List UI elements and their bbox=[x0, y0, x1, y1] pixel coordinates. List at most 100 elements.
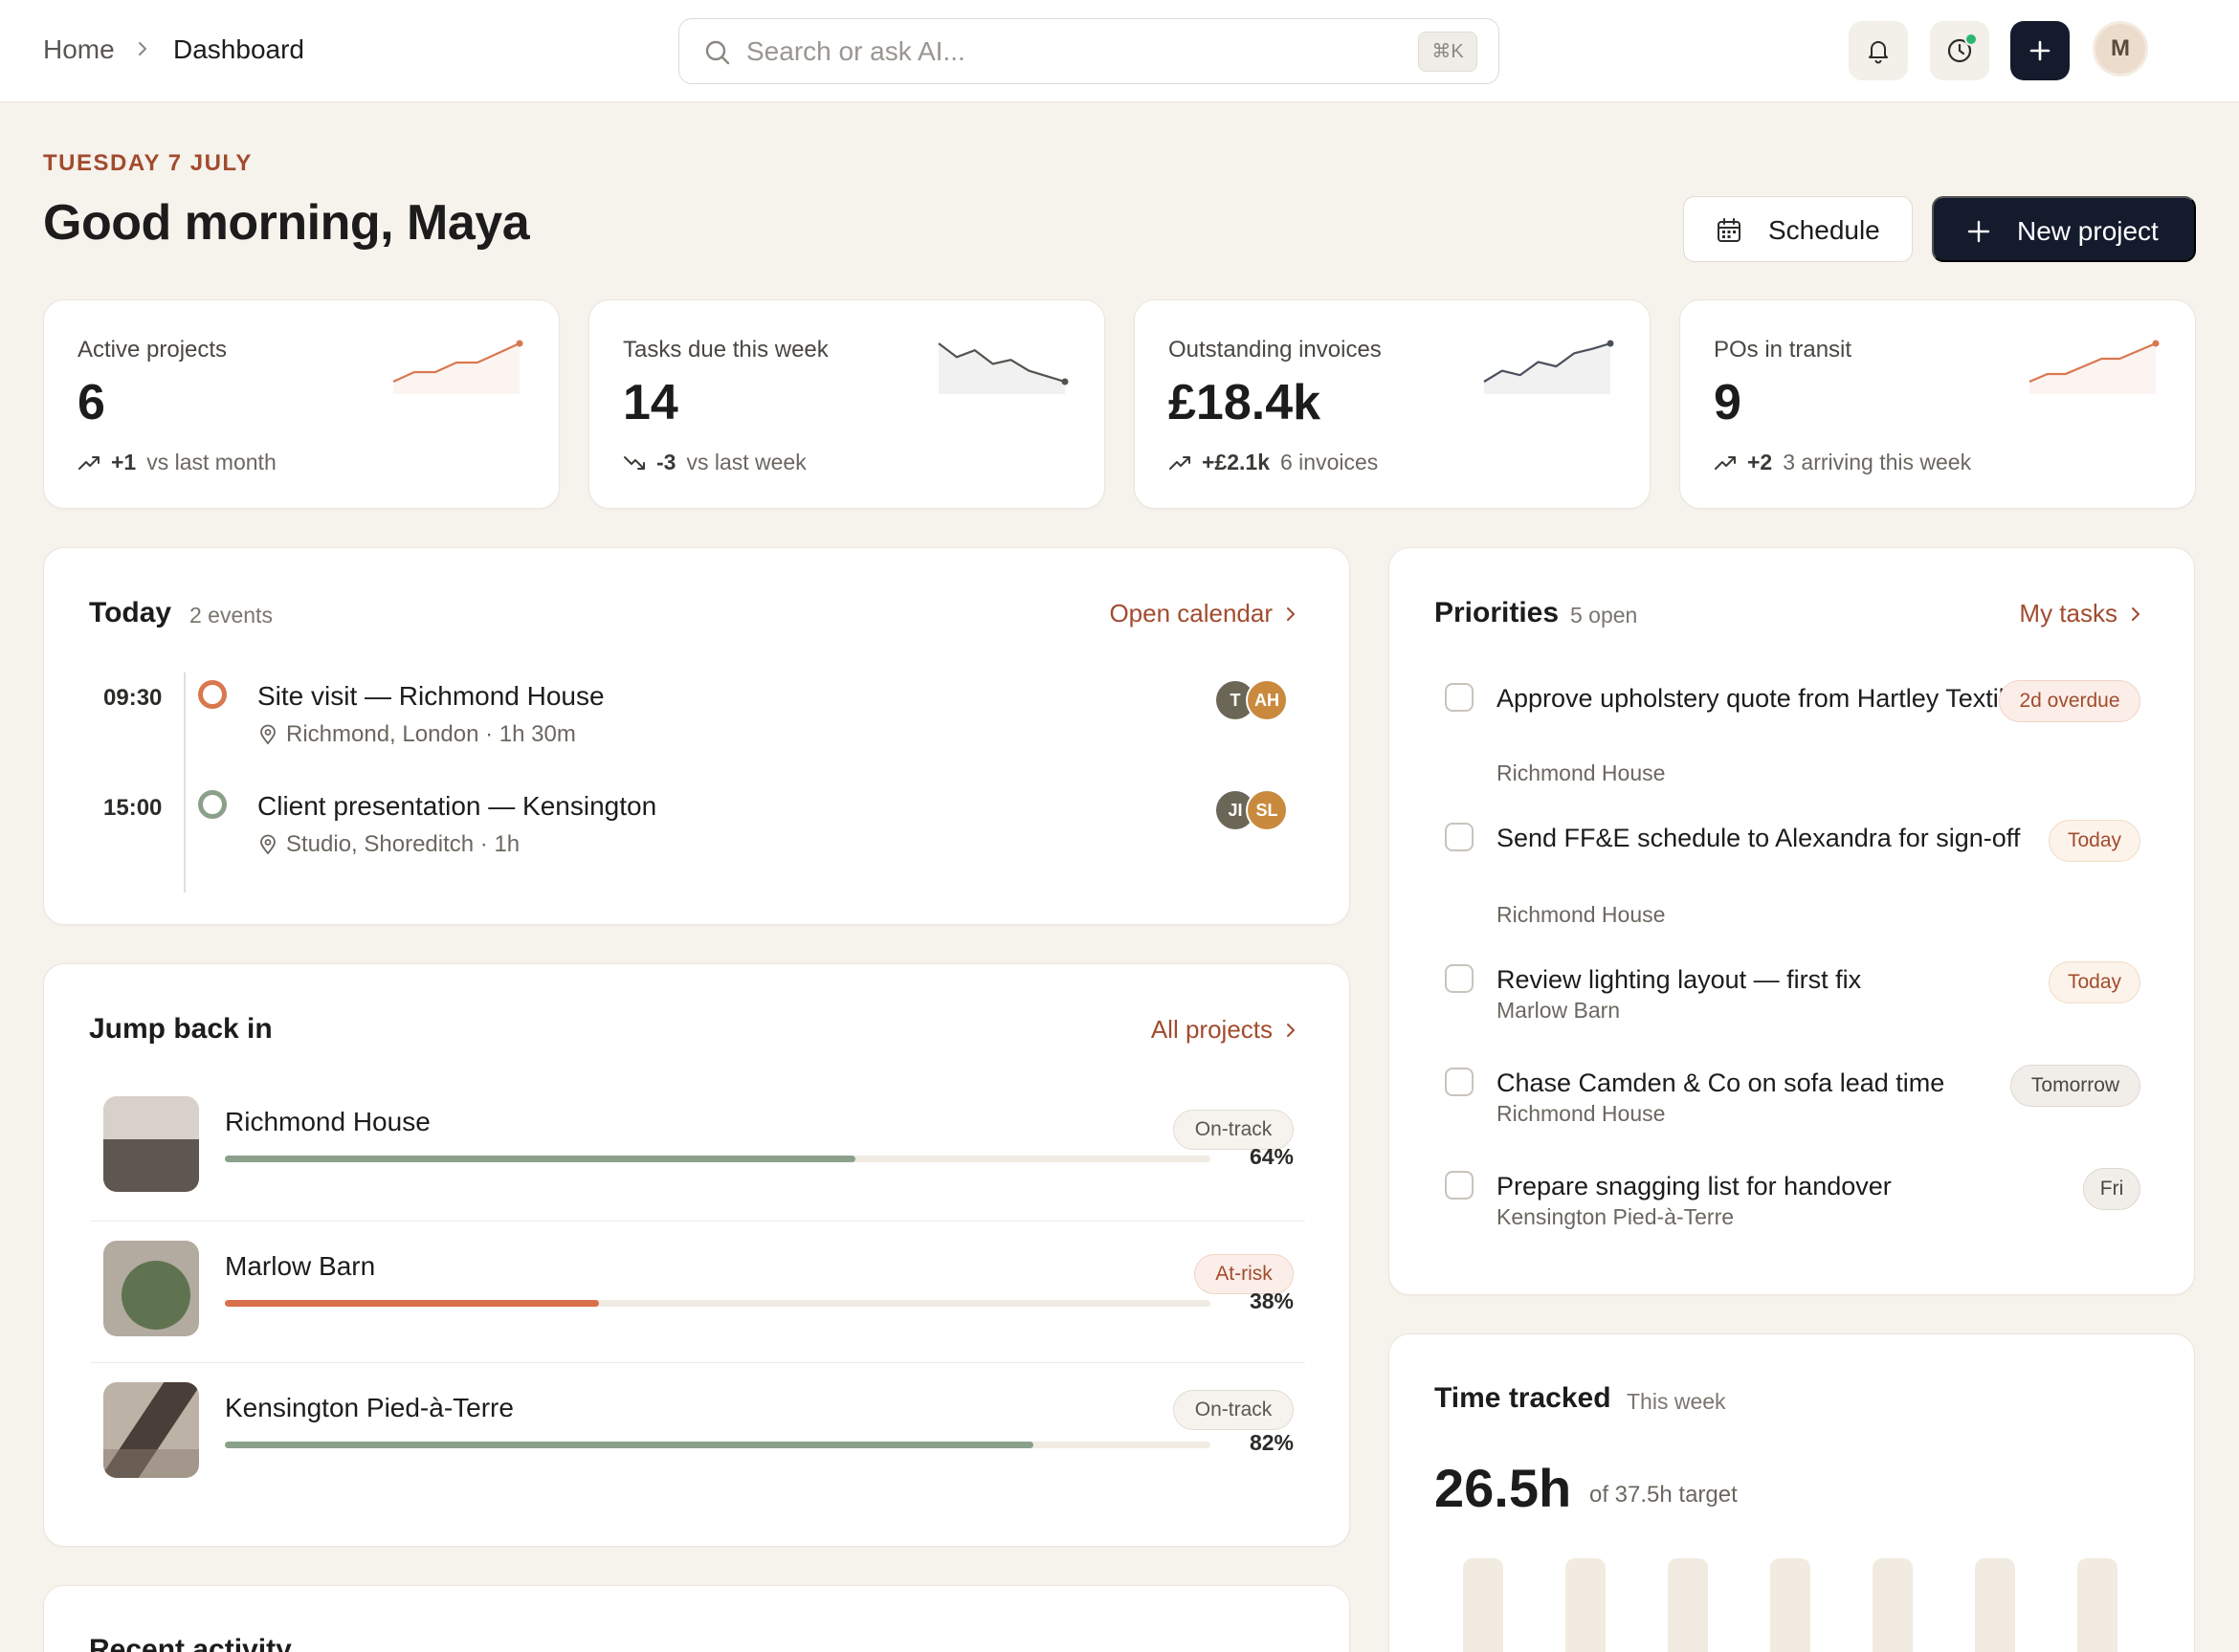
project-row[interactable]: Marlow Barn At-risk 38% bbox=[90, 1221, 1305, 1362]
stat-delta-text: vs last week bbox=[686, 450, 807, 474]
due-badge: Today bbox=[2049, 820, 2140, 862]
search-shortcut: ⌘K bbox=[1418, 32, 1477, 72]
plus-icon bbox=[2029, 40, 2051, 61]
stat-delta: +1 vs last month bbox=[78, 450, 277, 475]
search-box[interactable]: ⌘K bbox=[678, 18, 1499, 84]
task-title[interactable]: Review lighting layout — first fix bbox=[1496, 961, 2032, 998]
trend-up-icon bbox=[1169, 455, 1190, 470]
location-pin-icon bbox=[260, 834, 276, 855]
breadcrumb-home[interactable]: Home bbox=[43, 34, 115, 65]
day-bar bbox=[1668, 1558, 1708, 1652]
quick-add-button[interactable] bbox=[2010, 21, 2070, 80]
task-project: Richmond House bbox=[1496, 902, 1666, 927]
recent-activity-title: Recent activity bbox=[89, 1634, 292, 1652]
attendee-avatar[interactable]: AH bbox=[1246, 679, 1288, 721]
stat-delta: +2 3 arriving this week bbox=[1714, 450, 1971, 475]
priorities-title: Priorities bbox=[1434, 597, 1560, 628]
stat-value: 6 bbox=[78, 375, 105, 430]
time-tracked-title: Time tracked bbox=[1434, 1382, 1611, 1414]
time-tracked-card: Time tracked This week 26.5h of 37.5h ta… bbox=[1388, 1333, 2195, 1652]
stat-delta-text: vs last month bbox=[146, 450, 277, 474]
due-badge: Tomorrow bbox=[2010, 1065, 2140, 1107]
task-checkbox[interactable] bbox=[1445, 823, 1474, 851]
event-meta: Studio, Shoreditch · 1h bbox=[257, 831, 520, 858]
progress-percent: 64% bbox=[1249, 1144, 1294, 1169]
stat-label: POs in transit bbox=[1714, 337, 1852, 363]
today-title: Today bbox=[89, 597, 172, 628]
day-bar bbox=[1463, 1558, 1503, 1652]
chevron-right-icon bbox=[2132, 606, 2139, 621]
stat-delta-text: 6 invoices bbox=[1280, 450, 1379, 474]
task-title[interactable]: Send FF&E schedule to Alexandra for sign… bbox=[1496, 820, 2032, 856]
trend-down-icon bbox=[624, 455, 645, 470]
day-bar bbox=[1873, 1558, 1913, 1652]
task-project: Richmond House bbox=[1496, 1101, 1666, 1126]
stat-card-outstanding-invoices[interactable]: Outstanding invoices £18.4k +£2.1k 6 inv… bbox=[1134, 299, 1651, 509]
stat-card-active-projects[interactable]: Active projects 6 +1 vs last month bbox=[43, 299, 560, 509]
search-input[interactable] bbox=[746, 31, 1368, 73]
day-bar bbox=[1975, 1558, 2015, 1652]
stat-card-tasks-due[interactable]: Tasks due this week 14 -3 vs last week bbox=[588, 299, 1105, 509]
task-checkbox[interactable] bbox=[1445, 1068, 1474, 1096]
open-calendar-label: Open calendar bbox=[1109, 599, 1273, 628]
sparkline bbox=[938, 342, 1069, 394]
progress-track bbox=[225, 1156, 1210, 1162]
time-tracker-button[interactable] bbox=[1930, 21, 1989, 80]
all-projects-link[interactable]: All projects bbox=[1151, 1015, 1299, 1045]
task-checkbox[interactable] bbox=[1445, 964, 1474, 993]
timeline-line bbox=[184, 672, 186, 892]
chevron-right-icon bbox=[139, 42, 146, 55]
sparkline bbox=[392, 340, 523, 394]
project-thumbnail bbox=[103, 1096, 199, 1192]
stat-value: £18.4k bbox=[1168, 375, 1321, 430]
event-status-dot bbox=[198, 680, 227, 709]
plus-icon bbox=[1967, 220, 1990, 243]
stat-delta-value: +2 bbox=[1747, 450, 1773, 474]
task-checkbox[interactable] bbox=[1445, 683, 1474, 712]
search-icon bbox=[705, 40, 730, 65]
event-meta: Richmond, London · 1h 30m bbox=[257, 721, 576, 748]
project-row[interactable]: Kensington Pied-à-Terre On-track 82% bbox=[90, 1362, 1305, 1504]
today-card: Today 2 events Open calendar 09:30 Site … bbox=[43, 547, 1350, 925]
task-title[interactable]: Chase Camden & Co on sofa lead time bbox=[1496, 1065, 2032, 1101]
new-project-button[interactable]: New project bbox=[1932, 196, 2196, 262]
project-name: Marlow Barn bbox=[225, 1251, 376, 1281]
time-tracked-period: This week bbox=[1627, 1389, 1726, 1414]
project-thumbnail bbox=[103, 1241, 199, 1336]
schedule-button[interactable]: Schedule bbox=[1683, 196, 1913, 262]
task-checkbox[interactable] bbox=[1445, 1171, 1474, 1200]
event-status-dot bbox=[198, 790, 227, 819]
notifications-button[interactable] bbox=[1849, 21, 1908, 80]
chevron-right-icon bbox=[1287, 1023, 1295, 1037]
my-tasks-link[interactable]: My tasks bbox=[2019, 599, 2144, 628]
due-badge: 2d overdue bbox=[1999, 680, 2140, 722]
progress-fill bbox=[225, 1156, 856, 1162]
task-title[interactable]: Approve upholstery quote from Hartley Te… bbox=[1496, 680, 2032, 716]
calendar-icon bbox=[1718, 218, 1740, 242]
all-projects-label: All projects bbox=[1150, 1015, 1273, 1044]
day-bar bbox=[1770, 1558, 1810, 1652]
recent-activity-card: Recent activity bbox=[43, 1585, 1350, 1652]
sparkline-endpoint bbox=[1607, 340, 1614, 347]
task-title[interactable]: Prepare snagging list for handover bbox=[1496, 1168, 2032, 1204]
attendee-avatar[interactable]: SL bbox=[1246, 789, 1288, 831]
event-title[interactable]: Site visit — Richmond House bbox=[257, 681, 605, 712]
user-avatar[interactable]: M bbox=[2093, 21, 2148, 77]
jump-back-in-card: Jump back in All projects Richmond House… bbox=[43, 963, 1350, 1547]
sparkline-endpoint bbox=[516, 340, 523, 347]
sparkline-area bbox=[1484, 343, 1610, 394]
day-bar bbox=[2077, 1558, 2117, 1652]
event-title[interactable]: Client presentation — Kensington bbox=[257, 791, 656, 822]
stat-delta-value: +£2.1k bbox=[1202, 450, 1270, 474]
project-name: Richmond House bbox=[225, 1107, 431, 1136]
stat-card-pos-in-transit[interactable]: POs in transit 9 +2 3 arriving this week bbox=[1679, 299, 2196, 509]
open-calendar-link[interactable]: Open calendar bbox=[1109, 599, 1299, 628]
today-count: 2 events bbox=[189, 603, 273, 628]
event-time: 09:30 bbox=[103, 685, 163, 711]
my-tasks-label: My tasks bbox=[2019, 599, 2117, 628]
time-tracked-value: 26.5h bbox=[1434, 1458, 1572, 1518]
project-thumbnail bbox=[103, 1382, 199, 1478]
priorities-count: 5 open bbox=[1570, 603, 1638, 628]
chevron-right-icon bbox=[1287, 606, 1295, 621]
project-row[interactable]: Richmond House On-track 64% bbox=[90, 1071, 1305, 1213]
